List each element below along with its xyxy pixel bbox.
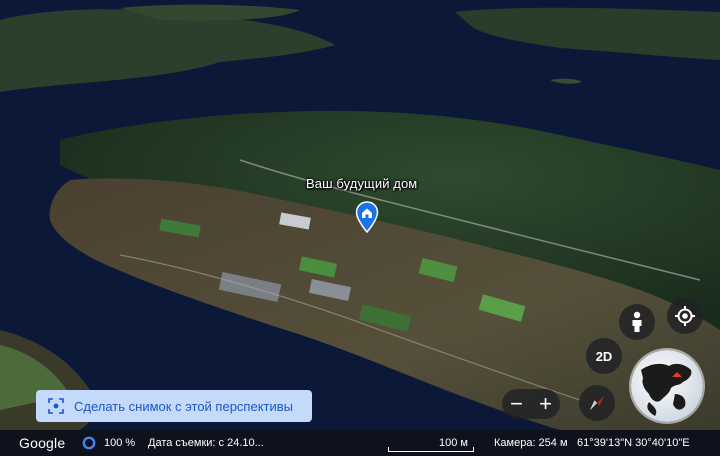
zoom-out-button[interactable]: − bbox=[504, 393, 530, 415]
screenshot-icon bbox=[48, 398, 64, 414]
capture-date[interactable]: Дата съемки: с 24.10... bbox=[148, 430, 264, 456]
loading-indicator-icon bbox=[82, 436, 96, 450]
scale-label: 100 м bbox=[439, 437, 468, 449]
place-label: Ваш будущий дом bbox=[306, 176, 418, 191]
view-mode-2d-button[interactable]: 2D bbox=[586, 338, 622, 374]
camera-altitude: Камера: 254 м bbox=[494, 437, 568, 449]
coordinates: 61°39'13"N 30°40'10"E bbox=[577, 437, 690, 449]
my-location-button[interactable] bbox=[667, 298, 703, 334]
globe-icon bbox=[631, 350, 703, 422]
compass-button[interactable] bbox=[579, 385, 615, 421]
google-logo: Google bbox=[19, 435, 66, 451]
locate-icon bbox=[675, 306, 695, 326]
snapshot-button[interactable]: Сделать снимок с этой перспективы bbox=[36, 390, 312, 422]
street-view-button[interactable] bbox=[619, 304, 655, 340]
loading-percent: 100 % bbox=[104, 437, 136, 449]
snapshot-label: Сделать снимок с этой перспективы bbox=[74, 398, 293, 414]
globe-minimap[interactable] bbox=[631, 350, 703, 422]
zoom-in-button[interactable]: + bbox=[533, 393, 559, 415]
pegman-icon bbox=[632, 311, 642, 332]
status-bar: Google 100 % Дата съемки: с 24.10... 100… bbox=[0, 430, 720, 456]
zoom-control: − + bbox=[502, 389, 560, 419]
scale-line bbox=[388, 447, 474, 452]
scale-bar: 100 м bbox=[388, 430, 474, 456]
compass-icon bbox=[590, 396, 604, 410]
home-pin-icon[interactable] bbox=[355, 201, 379, 233]
